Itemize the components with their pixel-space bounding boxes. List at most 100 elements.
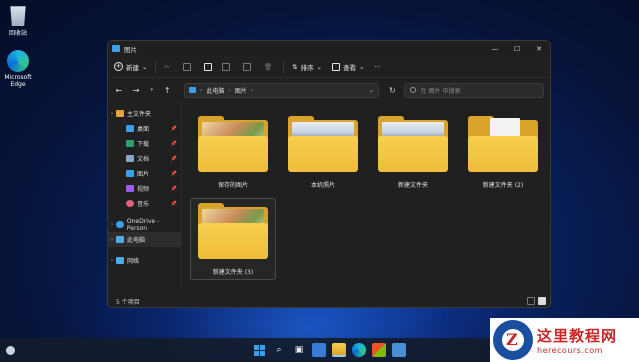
sidebar-item-label: 网络 [127, 258, 140, 265]
chevron-right-icon[interactable]: › [108, 110, 116, 117]
address-bar[interactable]: › 此电脑 › 图片 › ⌄ [183, 82, 379, 98]
sidebar-item-onedrive[interactable]: › OneDrive - Person [108, 217, 181, 232]
sidebar-item-label: 音乐 [137, 201, 150, 208]
divider [155, 60, 157, 73]
rename-button[interactable] [221, 62, 230, 71]
sidebar-item-videos[interactable]: 视频 📌 [108, 181, 181, 196]
watermark-title: 这里教程网 [537, 327, 618, 345]
file-grid: 保存的图片 本机照片 新建文件夹 新建文件夹 (2) 新建文件夹 (3) [182, 102, 550, 294]
recycle-bin-icon [10, 6, 26, 26]
command-bar: + 新建 ⌄ ✂ 🗑 ⇅ 排序 ⌄ 查看 ⌄ ··· [108, 56, 550, 78]
file-explorer-taskbar-icon[interactable] [332, 343, 346, 357]
pin-icon: 📌 [170, 200, 177, 207]
sidebar-item-network[interactable]: › 网络 [108, 253, 181, 268]
chevron-down-icon: ⌄ [142, 62, 148, 71]
desktop-icon-edge[interactable]: Microsoft Edge [0, 50, 40, 88]
minimize-button[interactable]: — [484, 41, 506, 56]
folder-tile[interactable]: 保存的图片 [190, 112, 276, 194]
delete-button[interactable]: 🗑 [264, 63, 272, 71]
explorer-body: › 主文件夹 桌面 📌 下载 📌 文档 📌 图片 📌 视频 📌 音乐 📌 › O… [108, 102, 550, 294]
folder-tile-selected[interactable]: 新建文件夹 (3) [190, 198, 276, 280]
desktop-icon [126, 125, 134, 132]
share-button[interactable] [242, 62, 251, 71]
address-dropdown-icon[interactable]: ⌄ [369, 87, 374, 94]
sidebar-item-label: 图片 [137, 171, 150, 178]
title-bar[interactable]: 图片 — ☐ ✕ [108, 41, 550, 56]
folder-tile[interactable]: 本机照片 [280, 112, 366, 194]
back-arrow-icon[interactable]: ← [114, 86, 123, 95]
start-button[interactable] [252, 343, 266, 357]
paste-button[interactable] [203, 62, 212, 71]
folder-tile[interactable]: 新建文件夹 (2) [460, 112, 546, 194]
home-icon [116, 110, 124, 117]
close-button[interactable]: ✕ [528, 41, 550, 56]
sidebar-item-desktop[interactable]: 桌面 📌 [108, 121, 181, 136]
sidebar-item-label: 文档 [137, 156, 150, 163]
folder-name: 本机照片 [310, 182, 335, 189]
pin-icon: 📌 [170, 140, 177, 147]
search-icon[interactable]: ⌕ [272, 343, 286, 357]
chevron-right-icon[interactable]: › [108, 257, 116, 264]
folder-icon [288, 116, 358, 172]
widgets-icon[interactable] [312, 343, 326, 357]
folder-icon [198, 203, 268, 259]
chevron-right-icon[interactable]: › [108, 221, 116, 228]
store-icon[interactable] [372, 343, 386, 357]
search-input[interactable]: 在 图片 中搜索 [403, 82, 544, 98]
cut-button[interactable]: ✂ [164, 63, 169, 71]
edge-taskbar-icon[interactable] [352, 343, 366, 357]
details-view-icon[interactable] [527, 297, 535, 305]
folder-icon [468, 116, 538, 172]
pictures-icon [126, 170, 134, 177]
status-bar: 5 个项目 [108, 294, 550, 307]
refresh-icon[interactable]: ↻ [389, 86, 396, 95]
watermark-url: herecours.com [537, 346, 603, 355]
pictures-folder-icon [188, 87, 196, 93]
breadcrumb-this-pc[interactable]: 此电脑 [206, 86, 224, 95]
copy-icon [182, 62, 191, 71]
windows-logo-icon [253, 344, 265, 356]
trash-icon: 🗑 [263, 62, 273, 71]
network-icon [116, 257, 124, 264]
more-options-button[interactable]: ··· [375, 63, 381, 71]
sidebar-item-this-pc[interactable]: › 此电脑 [108, 232, 181, 247]
folder-tile[interactable]: 新建文件夹 [370, 112, 456, 194]
sidebar-item-home[interactable]: › 主文件夹 [108, 106, 181, 121]
copy-button[interactable] [182, 62, 191, 71]
sidebar-item-label: 桌面 [137, 126, 150, 133]
recent-locations-chevron-icon[interactable]: ▾ [149, 87, 155, 93]
app-icon[interactable] [392, 343, 406, 357]
video-icon [126, 185, 134, 192]
rename-icon [221, 62, 230, 71]
up-arrow-icon[interactable]: ↑ [163, 86, 172, 95]
maximize-button[interactable]: ☐ [506, 41, 528, 56]
forward-arrow-icon[interactable]: → [131, 86, 140, 95]
sort-button[interactable]: ⇅ 排序 ⌄ [292, 62, 322, 72]
sidebar-item-documents[interactable]: 文档 📌 [108, 151, 181, 166]
chevron-right-icon[interactable]: › [108, 236, 116, 243]
breadcrumb-pictures[interactable]: 图片 [235, 86, 247, 95]
chevron-down-icon: ⌄ [359, 62, 365, 71]
site-watermark: Z 这里教程网 herecours.com [490, 318, 639, 362]
task-view-icon[interactable]: ▣ [292, 343, 306, 357]
sort-icon: ⇅ [292, 62, 298, 71]
new-button[interactable]: + 新建 ⌄ [114, 62, 147, 72]
sidebar-item-label: OneDrive - Person [126, 217, 160, 232]
taskbar-apps: ⌕ ▣ [252, 343, 406, 357]
tiles-view-icon[interactable] [538, 297, 546, 305]
breadcrumb-separator-icon: › [250, 86, 254, 94]
new-label: 新建 [126, 63, 139, 72]
sidebar-item-label: 视频 [137, 186, 150, 193]
sidebar-item-label: 下载 [137, 141, 150, 148]
sidebar-item-pictures[interactable]: 图片 📌 [108, 166, 181, 181]
chevron-down-icon: ⌄ [316, 62, 323, 71]
pin-icon: 📌 [170, 170, 177, 177]
sidebar-item-music[interactable]: 音乐 📌 [108, 196, 181, 211]
folder-icon [198, 116, 268, 172]
weather-icon[interactable] [6, 345, 15, 355]
view-button[interactable]: 查看 ⌄ [332, 62, 365, 72]
sidebar-item-label: 此电脑 [127, 237, 146, 244]
sidebar-item-downloads[interactable]: 下载 📌 [108, 136, 181, 151]
breadcrumb-separator-icon: › [228, 86, 231, 94]
desktop-icon-recycle-bin[interactable]: 回收站 [0, 4, 40, 37]
